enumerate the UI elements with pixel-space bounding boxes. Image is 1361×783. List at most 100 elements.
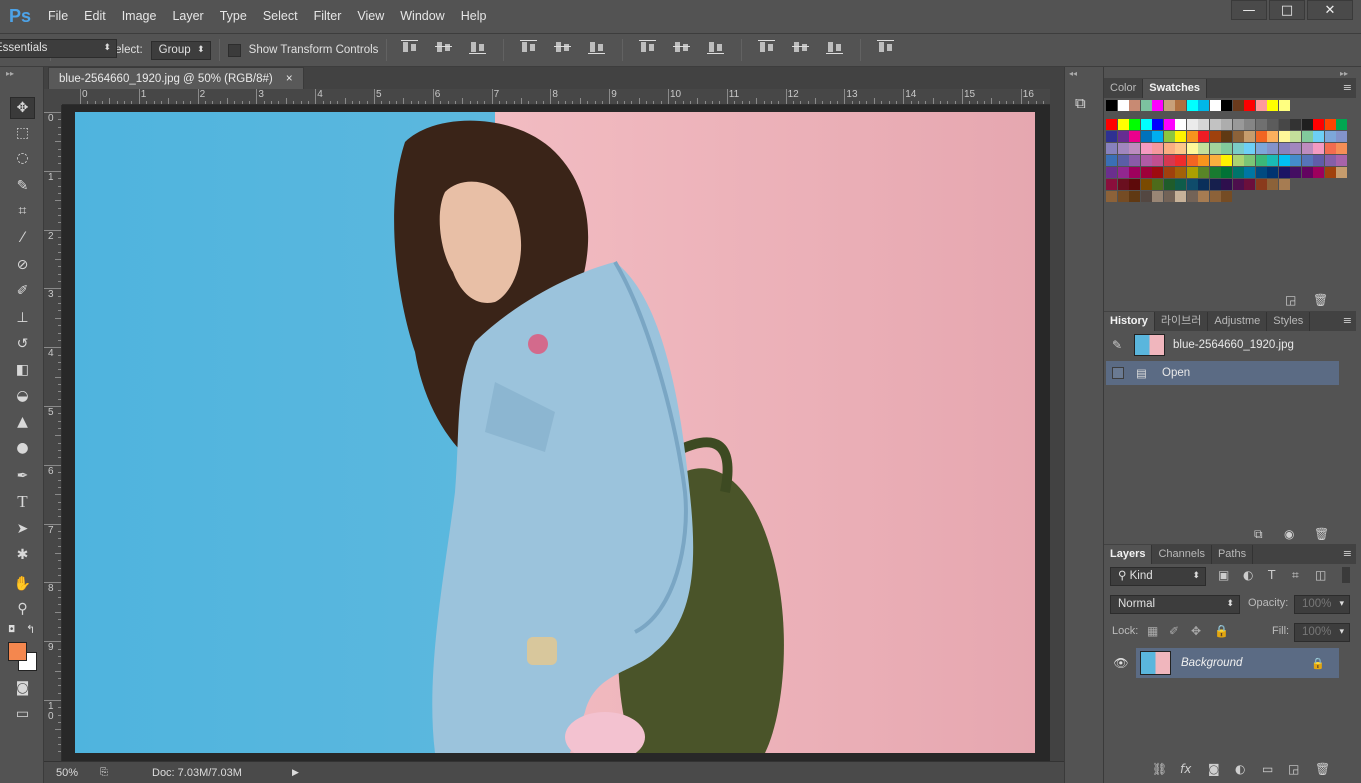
color-swatch[interactable]: [1278, 155, 1290, 166]
history-brush-source-icon[interactable]: ✎: [1112, 338, 1134, 352]
clone-stamp-tool-icon[interactable]: ⊥: [10, 307, 35, 329]
color-swatch[interactable]: [1106, 131, 1117, 142]
type-tool-icon[interactable]: T: [10, 491, 35, 513]
align-left-icon[interactable]: [520, 39, 538, 55]
history-state-open[interactable]: ▤ Open: [1106, 361, 1339, 385]
color-swatch[interactable]: [1324, 155, 1336, 166]
tab-paths[interactable]: Paths: [1212, 545, 1254, 564]
close-document-icon[interactable]: ×: [286, 73, 293, 85]
ruler-corner[interactable]: [44, 89, 62, 105]
horizontal-ruler[interactable]: 0 1 2 3 4 5 6 7 8 9 10 11 12 13 14 15 16: [62, 89, 1050, 105]
dodge-tool-icon[interactable]: ●: [10, 437, 35, 459]
color-swatch[interactable]: [1232, 155, 1244, 166]
menu-file[interactable]: File: [40, 0, 76, 33]
tab-libraries[interactable]: 라이브러: [1155, 312, 1209, 331]
color-swatch[interactable]: [1129, 143, 1140, 154]
color-swatch[interactable]: [1244, 131, 1255, 142]
color-swatch[interactable]: [1278, 119, 1290, 130]
color-swatch[interactable]: [1209, 167, 1221, 178]
color-swatch[interactable]: [1232, 131, 1244, 142]
new-document-from-state-icon[interactable]: ⧉: [1254, 527, 1263, 542]
eye-icon[interactable]: 👁: [1106, 656, 1136, 670]
color-swatch[interactable]: [1140, 143, 1152, 154]
color-swatch[interactable]: [1117, 167, 1129, 178]
adjustment-filter-icon[interactable]: ◐: [1243, 568, 1253, 582]
color-swatch[interactable]: [1267, 143, 1278, 154]
export-icon[interactable]: ⎘: [100, 767, 120, 778]
color-swatch[interactable]: [1198, 119, 1209, 130]
color-swatch[interactable]: [1313, 131, 1324, 142]
lock-position-icon[interactable]: ✥: [1191, 624, 1201, 638]
quick-mask-icon[interactable]: ◙: [10, 677, 35, 699]
color-swatch[interactable]: [1267, 100, 1278, 111]
distribute-bottom-icon[interactable]: [707, 39, 725, 55]
color-swatch[interactable]: [1336, 155, 1347, 166]
add-mask-icon[interactable]: ◙: [1208, 762, 1220, 776]
color-swatch[interactable]: [1255, 179, 1267, 190]
color-swatch[interactable]: [1209, 191, 1221, 202]
color-swatch[interactable]: [1336, 143, 1347, 154]
color-swatch[interactable]: [1175, 155, 1186, 166]
panel-menu-icon[interactable]: ≡: [1343, 547, 1352, 560]
smart-object-filter-icon[interactable]: ◫: [1315, 568, 1326, 582]
color-swatch[interactable]: [1336, 167, 1347, 178]
color-swatch[interactable]: [1186, 100, 1198, 111]
color-swatch[interactable]: [1186, 155, 1198, 166]
align-hcenter-icon[interactable]: [554, 39, 572, 55]
color-swatch[interactable]: [1267, 119, 1278, 130]
color-swatch[interactable]: [1267, 131, 1278, 142]
collapse-dock-icon[interactable]: ▸▸: [1340, 69, 1348, 78]
color-swatch[interactable]: [1221, 191, 1232, 202]
color-swatch[interactable]: [1244, 100, 1255, 111]
color-swatch[interactable]: [1175, 100, 1186, 111]
color-swatch[interactable]: [1301, 131, 1313, 142]
align-right-icon[interactable]: [588, 39, 606, 55]
color-swatch[interactable]: [1106, 119, 1117, 130]
pen-tool-icon[interactable]: ✒: [10, 465, 35, 487]
zoom-level[interactable]: 50%: [56, 767, 96, 779]
color-swatch[interactable]: [1163, 191, 1175, 202]
layer-name[interactable]: Background: [1181, 657, 1311, 669]
blend-mode-dropdown[interactable]: Normal ⬍: [1110, 595, 1240, 614]
lock-all-icon[interactable]: 🔒: [1214, 624, 1229, 638]
crop-tool-icon[interactable]: ⌗: [10, 200, 35, 222]
color-swatch[interactable]: [1209, 131, 1221, 142]
color-swatch[interactable]: [1163, 155, 1175, 166]
color-swatch[interactable]: [1278, 167, 1290, 178]
color-swatch[interactable]: [1117, 119, 1129, 130]
path-select-tool-icon[interactable]: ➤: [10, 518, 35, 540]
color-swatch[interactable]: [1278, 100, 1290, 111]
color-swatch[interactable]: [1336, 119, 1347, 130]
tab-layers[interactable]: Layers: [1104, 545, 1153, 564]
new-layer-icon[interactable]: ◲: [1288, 762, 1299, 776]
color-swatch[interactable]: [1244, 179, 1255, 190]
color-swatch[interactable]: [1175, 179, 1186, 190]
menu-edit[interactable]: Edit: [76, 0, 114, 33]
shape-tool-icon[interactable]: ✱: [10, 544, 35, 566]
color-swatch[interactable]: [1290, 167, 1301, 178]
quick-select-tool-icon[interactable]: ✎: [10, 175, 35, 197]
filter-toggle[interactable]: [1342, 567, 1350, 583]
color-swatch[interactable]: [1232, 100, 1244, 111]
adjustment-layer-icon[interactable]: ◐: [1235, 762, 1245, 776]
eyedropper-tool-icon[interactable]: ⁄: [10, 227, 35, 249]
color-swatch[interactable]: [1255, 100, 1267, 111]
color-swatch[interactable]: [1221, 179, 1232, 190]
color-swatch[interactable]: [1221, 167, 1232, 178]
color-swatch[interactable]: [1324, 143, 1336, 154]
menu-window[interactable]: Window: [392, 0, 452, 33]
color-swatch[interactable]: [1152, 155, 1163, 166]
color-swatch[interactable]: [1244, 155, 1255, 166]
color-swatch[interactable]: [1163, 131, 1175, 142]
color-swatch[interactable]: [1198, 100, 1209, 111]
color-swatch[interactable]: [1313, 167, 1324, 178]
tab-channels[interactable]: Channels: [1152, 545, 1212, 564]
color-swatch[interactable]: [1129, 100, 1140, 111]
color-swatch[interactable]: [1186, 131, 1198, 142]
menu-filter[interactable]: Filter: [306, 0, 350, 33]
color-swatch[interactable]: [1175, 119, 1186, 130]
color-swatch[interactable]: [1129, 155, 1140, 166]
maximize-button[interactable]: □: [1269, 0, 1305, 20]
color-swatch[interactable]: [1255, 119, 1267, 130]
color-swatch[interactable]: [1324, 167, 1336, 178]
